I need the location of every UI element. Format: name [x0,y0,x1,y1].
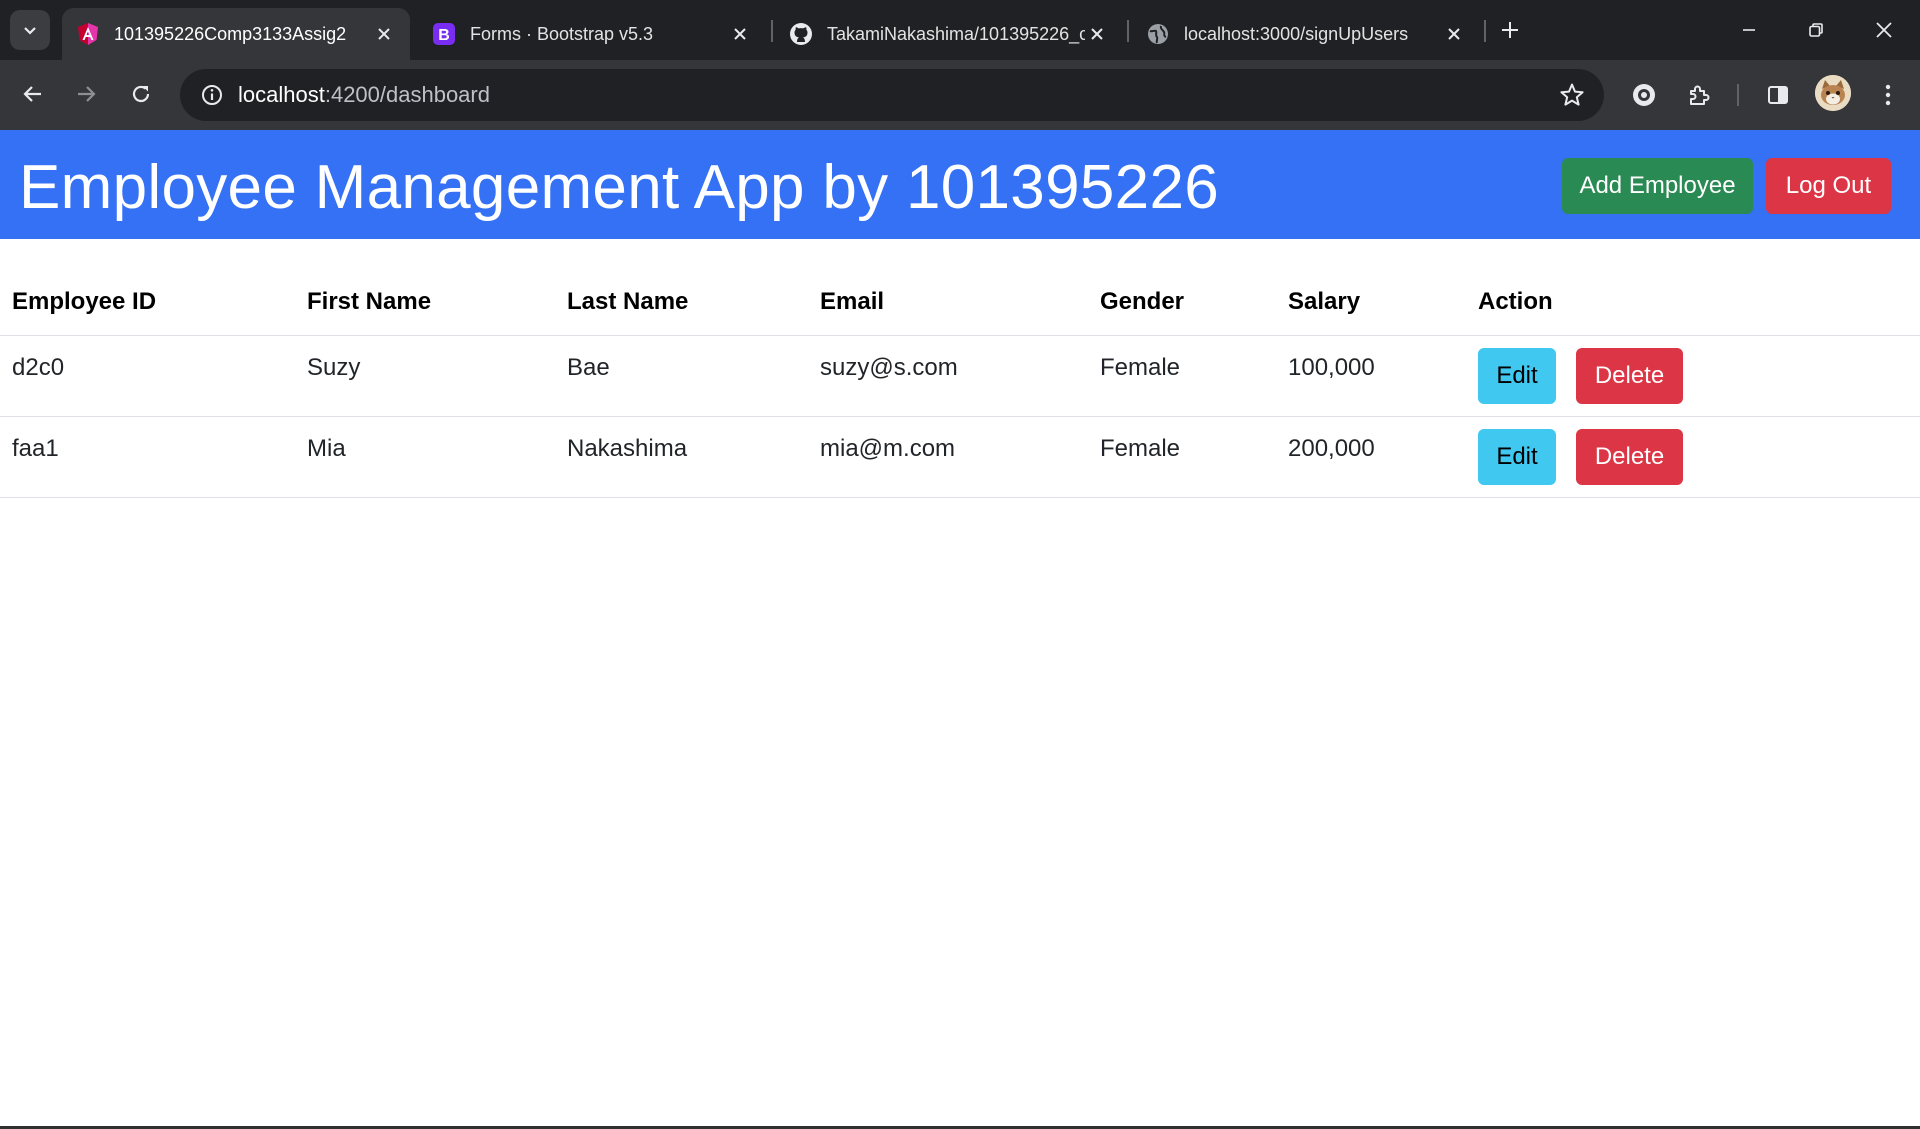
table-header-row: Employee ID First Name Last Name Email G… [0,270,1920,336]
cell-gender: Female [1088,416,1276,498]
side-panel-icon[interactable] [1760,77,1796,113]
tab-title: 101395226Comp3133Assig2 [114,23,347,44]
delete-button[interactable]: Delete [1576,347,1683,404]
tab-separator [1127,20,1129,42]
github-icon [789,22,813,46]
toolbar-divider [1737,84,1739,106]
page-content: Employee Management App by 101395226 Add… [0,130,1920,1129]
tab-title: Forms · Bootstrap v5.3 [470,23,654,44]
cell-email: mia@m.com [808,416,1088,498]
cell-last-name: Nakashima [555,416,808,498]
employee-table: Employee ID First Name Last Name Email G… [0,270,1920,498]
browser-tab-strip: 101395226Comp3133Assig2 B Forms · Bootst… [0,0,1920,60]
tab-title: TakamiNakashima/101395226_c [827,23,1085,44]
add-employee-button[interactable]: Add Employee [1562,158,1753,214]
bootstrap-icon: B [432,22,456,46]
plus-icon [1502,22,1518,38]
cell-email: suzy@s.com [808,335,1088,417]
google-lens-icon[interactable] [1626,77,1662,113]
logout-button[interactable]: Log Out [1766,158,1891,214]
angular-icon [76,22,100,46]
delete-button[interactable]: Delete [1576,428,1683,485]
close-icon[interactable] [372,22,396,46]
close-window-button[interactable] [1866,12,1902,48]
column-header-gender: Gender [1088,270,1276,336]
profile-avatar[interactable] [1815,75,1851,111]
edit-button[interactable]: Edit [1478,428,1556,485]
cell-actions: Edit Delete [1466,416,1920,498]
new-tab-button[interactable] [1496,16,1524,44]
menu-kebab-icon[interactable] [1870,77,1906,113]
reload-icon [132,85,150,103]
forward-button[interactable] [68,76,104,112]
browser-toolbar: localhost:4200/dashboard [0,60,1920,130]
chevron-down-icon [24,27,36,35]
restore-button[interactable] [1798,12,1834,48]
column-header-email: Email [808,270,1088,336]
cell-first-name: Suzy [295,335,555,417]
cat-avatar-icon [1815,75,1851,111]
column-header-employee-id: Employee ID [0,270,295,336]
column-header-action: Action [1466,270,1920,336]
tab-bootstrap-forms[interactable]: B Forms · Bootstrap v5.3 [418,8,766,60]
table-row: faa1 Mia Nakashima mia@m.com Female 200,… [0,416,1920,498]
url-text: localhost:4200/dashboard [238,82,490,108]
cell-actions: Edit Delete [1466,335,1920,417]
bookmark-star-icon[interactable] [1558,81,1586,109]
cell-gender: Female [1088,335,1276,417]
minimize-icon [1743,29,1755,31]
minimize-button[interactable] [1731,12,1767,48]
cell-employee-id: faa1 [0,416,295,498]
site-info-icon[interactable] [186,69,238,121]
close-icon[interactable] [1442,22,1466,46]
arrow-left-icon [23,86,41,102]
close-icon[interactable] [728,22,752,46]
tab-angular-app[interactable]: 101395226Comp3133Assig2 [62,8,410,60]
cell-last-name: Bae [555,335,808,417]
url-path: :4200/dashboard [324,82,490,107]
back-button[interactable] [15,76,51,112]
cell-employee-id: d2c0 [0,335,295,417]
cell-first-name: Mia [295,416,555,498]
cell-salary: 100,000 [1276,335,1466,417]
address-bar[interactable]: localhost:4200/dashboard [180,69,1604,121]
svg-text:B: B [438,27,450,44]
tab-separator [771,20,773,42]
close-icon [1876,22,1892,38]
url-host: localhost [238,82,325,107]
edit-button[interactable]: Edit [1478,347,1556,404]
restore-icon [1809,23,1823,37]
column-header-first-name: First Name [295,270,555,336]
app-title: Employee Management App by 101395226 [19,153,1220,222]
extensions-puzzle-icon[interactable] [1681,77,1717,113]
column-header-last-name: Last Name [555,270,808,336]
tab-separator [1484,20,1486,42]
globe-icon [1146,22,1170,46]
tab-search-button[interactable] [10,10,50,50]
close-icon[interactable] [1085,22,1109,46]
app-header: Employee Management App by 101395226 Add… [0,130,1920,239]
tab-github-repo[interactable]: TakamiNakashima/101395226_c [775,8,1123,60]
arrow-right-icon [78,86,96,102]
column-header-salary: Salary [1276,270,1466,336]
cell-salary: 200,000 [1276,416,1466,498]
table-row: d2c0 Suzy Bae suzy@s.com Female 100,000 … [0,335,1920,417]
tab-localhost-signup[interactable]: localhost:3000/signUpUsers [1132,8,1480,60]
reload-button[interactable] [123,76,159,112]
tab-title: localhost:3000/signUpUsers [1184,23,1409,44]
